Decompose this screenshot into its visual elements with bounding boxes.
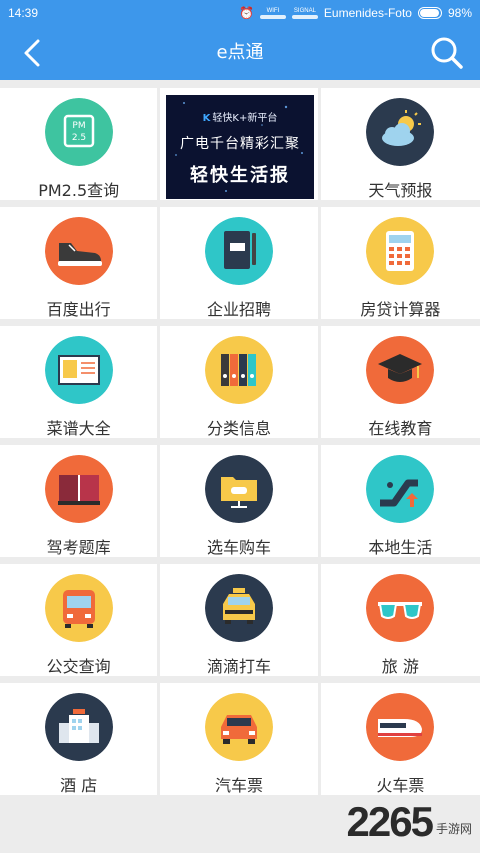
tile-label: 房贷计算器 [360,300,441,319]
tile-didi[interactable]: 滴滴打车 [160,564,318,676]
bus-icon [44,574,113,642]
svg-text:PM: PM [72,121,85,131]
carrier-name: Eumenides-Foto [323,6,412,20]
tile-train-ticket[interactable]: 火车票 [320,683,480,795]
k-logo-icon: K [202,113,211,124]
tile-label: 天气预报 [368,181,433,200]
banner-headline: 轻快生活报 [190,165,290,186]
tile-recruit[interactable]: 企业招聘 [160,207,318,319]
battery-icon [417,7,442,19]
tile-label: 分类信息 [207,419,272,438]
tile-baidu-travel[interactable]: 百度出行 [0,207,158,319]
taxi-icon [205,574,274,642]
graduation-cap-icon [366,336,435,404]
watermark-site: 手游网 [435,822,472,836]
folder-car-icon [205,455,274,523]
tile-hotel[interactable]: 酒 店 [0,683,158,795]
tile-recipes[interactable]: 菜谱大全 [0,326,158,438]
tile-label: 在线教育 [368,419,433,438]
alarm-icon: ⏰ [238,6,254,20]
tile-mortgage[interactable]: 房贷计算器 [320,207,480,319]
sunglasses-icon [366,574,435,642]
notebook-icon [205,217,274,285]
app-header: e点通 [0,26,480,80]
status-bar: 14:39 ⏰ WIFI SIGNAL Eumenides-Foto 98% [0,0,480,26]
tile-label: 百度出行 [46,300,111,319]
tile-label: 驾考题库 [46,538,111,557]
tile-travel[interactable]: 旅 游 [320,564,480,676]
tile-car-buy[interactable]: 选车购车 [160,445,318,557]
tile-education[interactable]: 在线教育 [320,326,480,438]
svg-text:2.5: 2.5 [72,133,86,143]
tile-classified[interactable]: 分类信息 [160,326,318,438]
watermark-number: 2265 [346,798,434,845]
wifi-indicator: WIFI [259,8,286,19]
recipe-board-icon [44,336,113,404]
tile-label: 公交查询 [46,657,111,676]
tile-label: 菜谱大全 [46,419,111,438]
car-icon [205,693,274,761]
train-icon [366,693,435,761]
tile-bus[interactable]: 公交查询 [0,564,158,676]
battery-percent: 98% [447,6,472,20]
ad-banner[interactable]: K 轻快K+新平台 广电千台精彩汇聚 轻快生活报 [166,95,314,199]
tile-label: 选车购车 [207,538,272,557]
tile-label: 汽车票 [215,776,264,795]
pm25-icon: PM 2.5 [44,98,113,166]
banner-subtitle: 广电千台精彩汇聚 [180,136,300,152]
status-time: 14:39 [8,6,39,20]
tile-weather[interactable]: 天气预报 [320,88,480,200]
banner-brand: K 轻快K+新平台 [202,113,278,124]
binders-icon [205,336,274,404]
tile-label: 酒 店 [60,776,98,795]
tile-driving-test[interactable]: 驾考题库 [0,445,158,557]
tile-bus-ticket[interactable]: 汽车票 [160,683,318,795]
tile-label: 火车票 [376,776,425,795]
page-title: e点通 [216,42,264,63]
hotel-icon [44,693,113,761]
tile-label: 本地生活 [368,538,433,557]
site-watermark: 2265 手游网 [347,801,472,843]
signal-indicator: SIGNAL [291,8,318,19]
tile-pm25[interactable]: PM 2.5 PM2.5查询 [0,88,158,200]
search-button[interactable] [428,34,466,72]
tile-label: 旅 游 [381,657,419,676]
sneaker-icon [44,217,113,285]
tile-local-life[interactable]: 本地生活 [320,445,480,557]
tile-label: PM2.5查询 [38,181,120,200]
search-icon [431,37,463,69]
escalator-icon [366,455,435,523]
tile-label: 企业招聘 [207,300,272,319]
weather-icon [366,98,435,166]
tile-label: 滴滴打车 [207,657,272,676]
calculator-icon [366,217,435,285]
book-icon [44,455,113,523]
